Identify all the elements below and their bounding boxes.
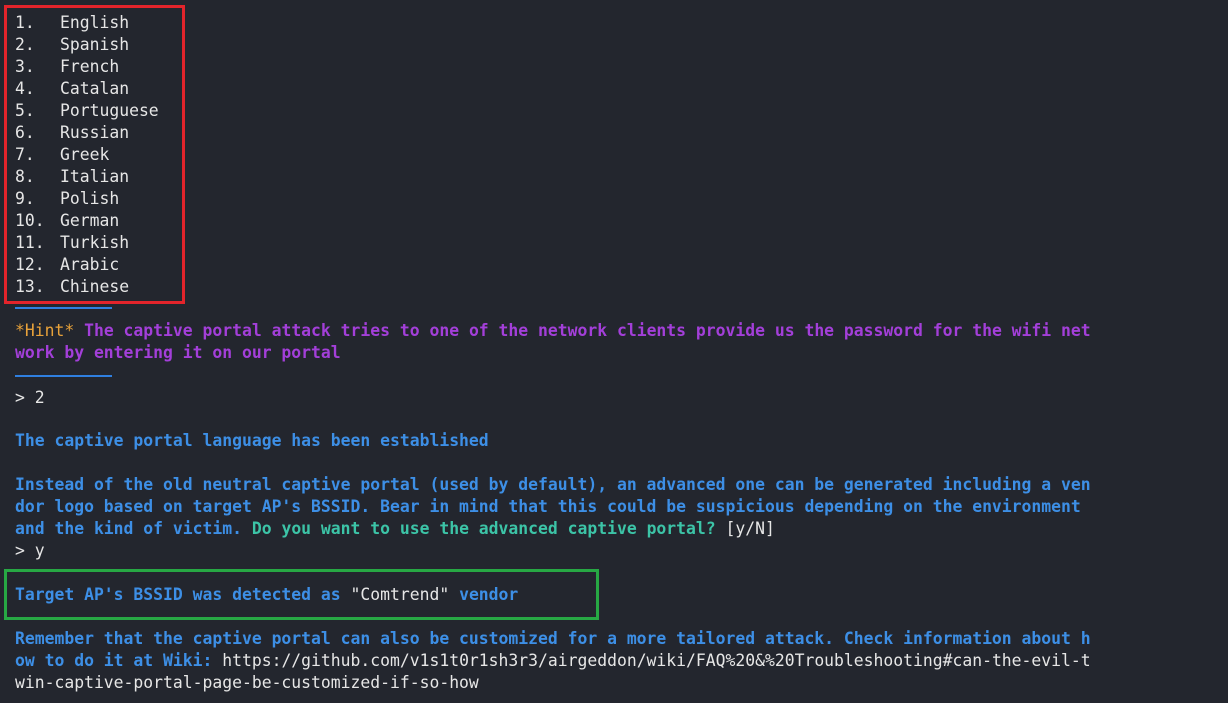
advanced-portal-text-1: Instead of the old neutral captive porta… [15, 475, 1091, 494]
advanced-portal-question: and the kind of victim. Do you want to u… [15, 519, 775, 538]
separator-line [15, 307, 112, 309]
hint-tag: *Hint* [15, 321, 75, 340]
wiki-link-continued[interactable]: win-captive-portal-page-be-customized-if… [15, 672, 479, 694]
remember-text-2: ow to do it at Wiki: https://github.com/… [15, 651, 1091, 670]
separator-line [15, 375, 112, 377]
hint-line-2: work by entering it on our portal [15, 343, 341, 362]
remember-text-1: Remember that the captive portal can als… [15, 629, 1091, 648]
language-established-message: The captive portal language has been est… [15, 431, 489, 450]
vendor-highlight-box [4, 569, 599, 620]
terminal-window[interactable]: 1. English 2. Spanish 3. French 4. Catalan 5… [0, 0, 1228, 703]
language-list-highlight-box [4, 5, 185, 304]
hint-line-1: *Hint* The captive portal attack tries t… [15, 321, 1091, 340]
prompt-input-advanced: > y [15, 541, 45, 560]
prompt-input-language: > 2 [15, 388, 45, 407]
advanced-portal-text-2: dor logo based on target AP's BSSID. Bea… [15, 497, 1081, 516]
wiki-link[interactable]: https://github.com/v1s1t0r1sh3r3/airgedd… [222, 651, 1090, 670]
